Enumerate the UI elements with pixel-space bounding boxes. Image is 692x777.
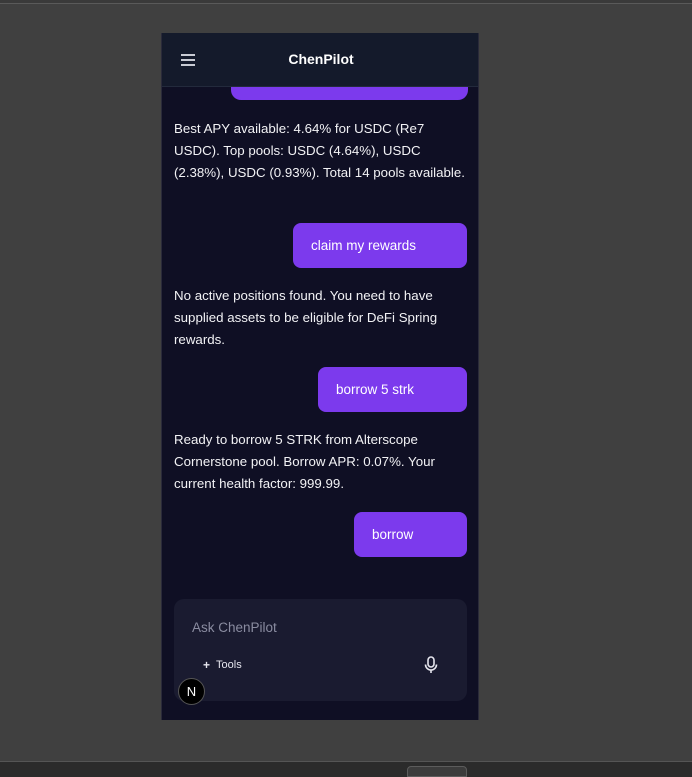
microphone-icon[interactable] — [424, 656, 438, 674]
taskbar-item[interactable] — [407, 766, 467, 777]
assistant-message: Best APY available: 4.64% for USDC (Re7 … — [174, 121, 465, 180]
assistant-message: No active positions found. You need to h… — [174, 288, 438, 347]
tools-label: Tools — [216, 659, 242, 671]
chat-input[interactable] — [192, 617, 432, 637]
taskbar — [0, 761, 692, 777]
app-title: ChenPilot — [288, 51, 354, 67]
plus-icon: + — [203, 658, 211, 672]
nextjs-dev-badge[interactable]: N — [178, 678, 205, 705]
user-message-bubble: borrow — [354, 512, 467, 557]
user-message-bubble: claim my rewards — [293, 223, 467, 268]
chat-composer: + Tools — [174, 599, 467, 701]
browser-top-strip — [0, 0, 692, 4]
chat-app-window: ChenPilot Best APY available: 4.64% for … — [161, 33, 479, 720]
user-message-bubble: borrow 5 strk — [318, 367, 467, 412]
app-header: ChenPilot — [162, 33, 478, 87]
assistant-message: Ready to borrow 5 STRK from Alterscope C… — [174, 432, 435, 491]
tools-button[interactable]: + Tools — [203, 658, 242, 672]
